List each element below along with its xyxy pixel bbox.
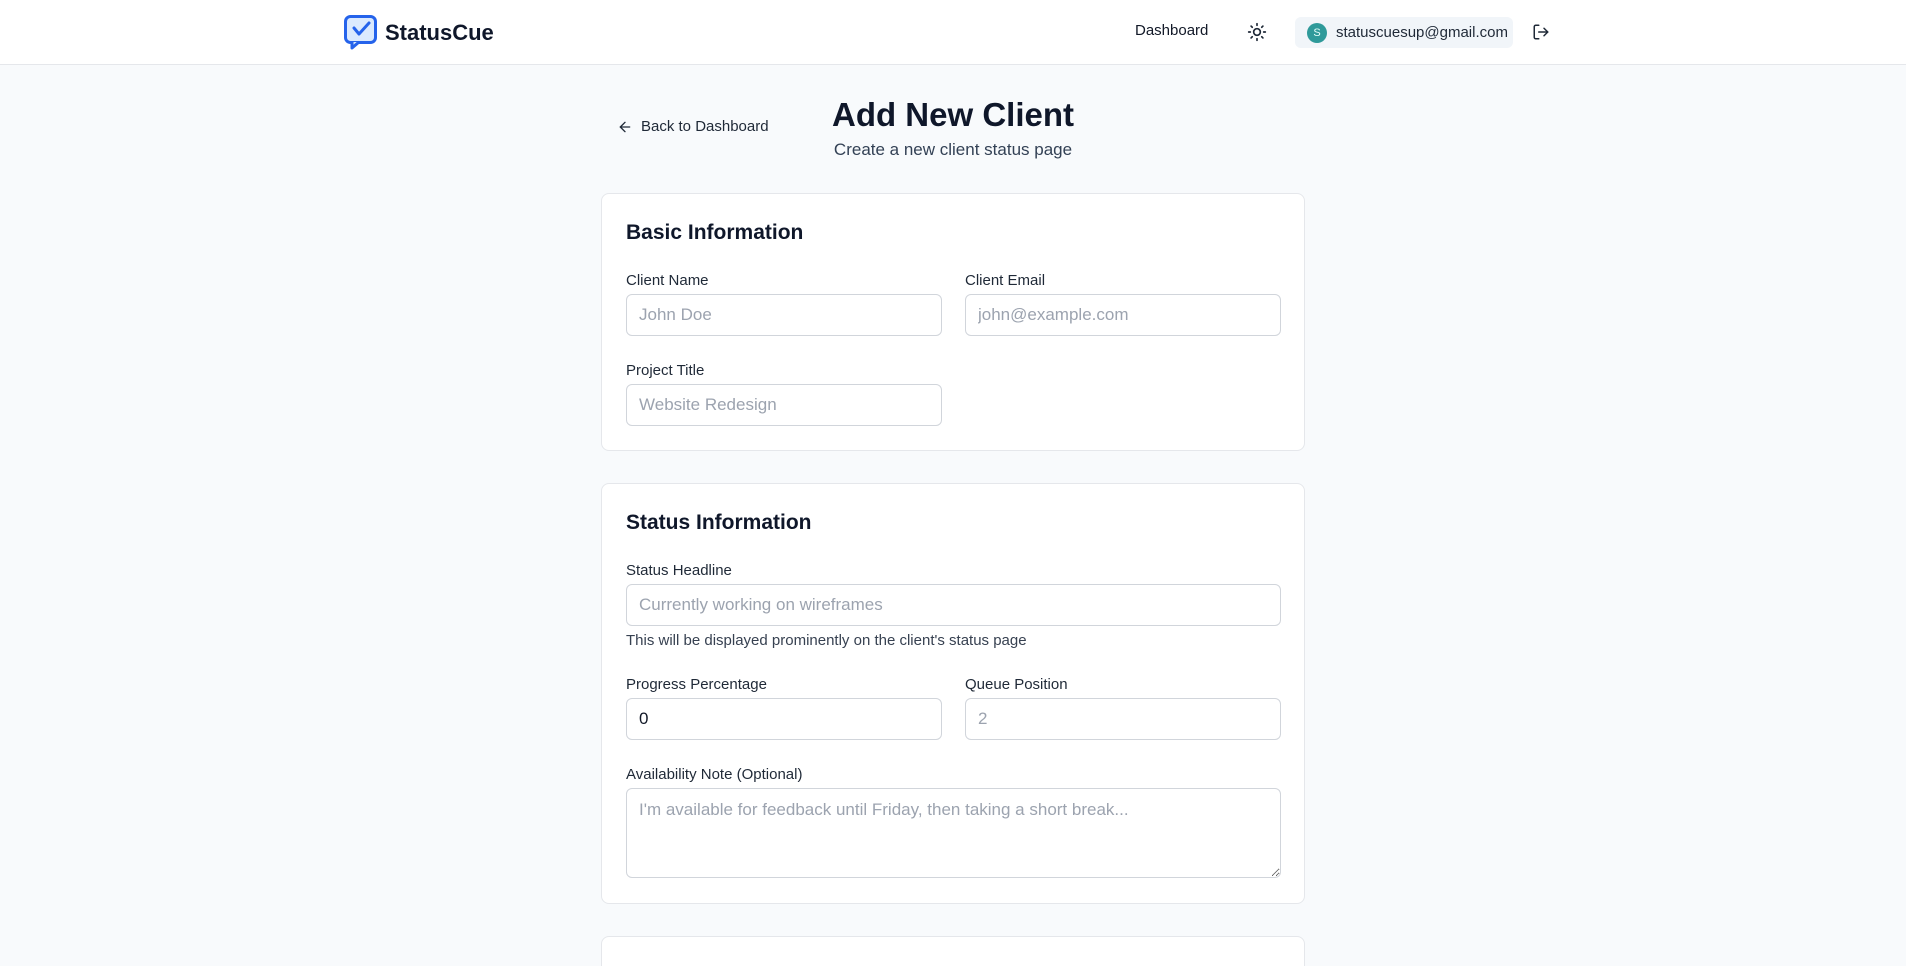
brand-name: StatusCue [385,19,494,45]
client-name-input[interactable] [626,294,942,336]
status-headline-label: Status Headline [626,562,732,579]
next-section-card [601,936,1305,966]
progress-percentage-label: Progress Percentage [626,676,767,693]
status-headline-help: This will be displayed prominently on th… [626,632,1027,649]
nav-dashboard-link[interactable]: Dashboard [1135,22,1208,39]
status-information-card: Status Information Status Headline This … [601,483,1305,904]
brand[interactable]: StatusCue [344,15,494,50]
logout-button[interactable] [1530,21,1552,43]
project-title-input[interactable] [626,384,942,426]
status-headline-input[interactable] [626,584,1281,626]
availability-note-label: Availability Note (Optional) [626,766,803,783]
queue-position-input[interactable] [965,698,1281,740]
client-name-label: Client Name [626,272,709,289]
sun-icon [1247,22,1267,42]
page-subtitle: Create a new client status page [833,140,1073,159]
user-menu[interactable]: S statuscuesup@gmail.com [1295,17,1513,48]
queue-position-label: Queue Position [965,676,1068,693]
theme-toggle-button[interactable] [1245,20,1269,44]
page-title: Add New Client [831,96,1074,133]
progress-percentage-input[interactable] [626,698,942,740]
client-email-label: Client Email [965,272,1046,289]
basic-information-card: Basic Information Client Name Client Ema… [601,193,1305,451]
chat-bubble-check-icon [344,15,377,50]
avatar: S [1307,22,1327,43]
availability-note-textarea[interactable] [626,788,1281,878]
client-email-input[interactable] [965,294,1281,336]
user-email: statuscuesup@gmail.com [1336,24,1508,41]
top-navbar: StatusCue Dashboard S statuscuesup@gmail… [0,0,1906,65]
card-title: Basic Information [626,221,804,244]
card-title: Status Information [626,511,812,534]
project-title-label: Project Title [626,362,705,379]
logout-icon [1533,24,1549,40]
